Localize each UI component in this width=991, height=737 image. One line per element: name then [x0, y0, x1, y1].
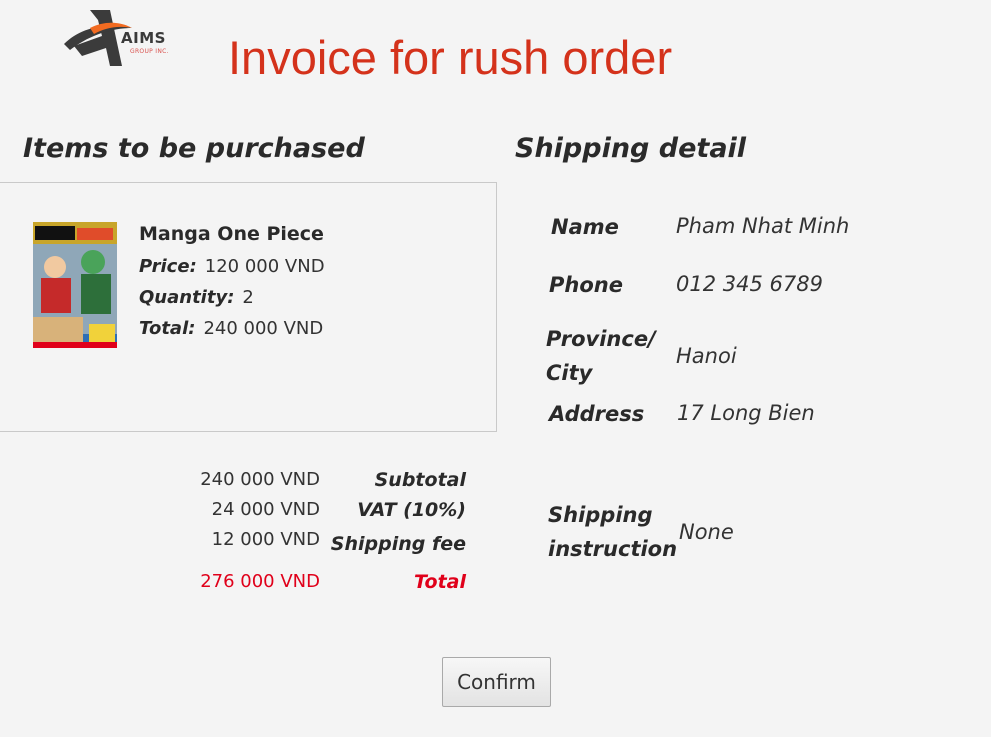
- shipping-fee-label: Shipping fee: [330, 533, 466, 555]
- logo-text: AIMS: [121, 29, 166, 47]
- logo-subtext: GROUP INC.: [130, 48, 169, 55]
- item-total-label: Total:: [139, 318, 196, 339]
- address-value: 17 Long Bien: [677, 401, 815, 425]
- item-quantity-row: Quantity: 2: [139, 287, 254, 308]
- total-label: Total: [414, 571, 466, 593]
- confirm-button[interactable]: Confirm: [442, 657, 551, 707]
- item-total-value: 240 000 VND: [203, 318, 324, 339]
- quantity-label: Quantity:: [139, 287, 235, 308]
- province-value: Hanoi: [676, 344, 737, 368]
- items-section-title: Items to be purchased: [23, 133, 365, 164]
- shipping-section-title: Shipping detail: [515, 133, 747, 164]
- item-name: Manga One Piece: [139, 223, 324, 245]
- province-label-line1: Province/: [546, 327, 656, 351]
- quantity-value: 2: [242, 287, 254, 308]
- instruction-label-line2: instruction: [548, 537, 678, 561]
- page-title: Invoice for rush order: [228, 31, 673, 84]
- price-label: Price:: [139, 256, 197, 277]
- price-value: 120 000 VND: [204, 256, 325, 277]
- item-price-row: Price: 120 000 VND: [139, 256, 325, 277]
- shipping-instruction-value: None: [679, 520, 734, 544]
- phone-value: 012 345 6789: [676, 272, 823, 296]
- subtotal-label: Subtotal: [374, 469, 466, 491]
- phone-label: Phone: [549, 273, 623, 297]
- address-label: Address: [549, 402, 645, 426]
- name-label: Name: [551, 215, 619, 239]
- item-total-row: Total: 240 000 VND: [139, 318, 323, 339]
- vat-label: VAT (10%): [357, 499, 466, 521]
- name-value: Pham Nhat Minh: [676, 214, 850, 238]
- instruction-label-line1: Shipping: [548, 503, 653, 527]
- manga-cover-image: [33, 222, 117, 348]
- shipping-instruction-label: Shipping instruction: [548, 498, 677, 566]
- province-label-line2: City: [546, 361, 593, 385]
- province-label: Province/ City: [546, 322, 656, 390]
